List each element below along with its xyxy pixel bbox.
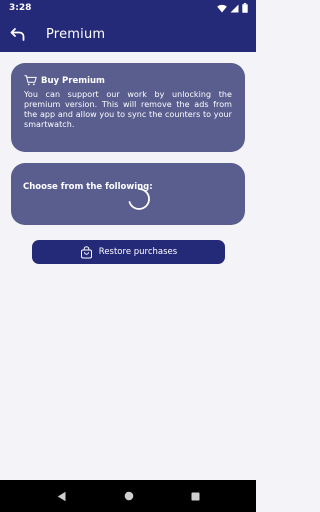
back-button[interactable] (0, 16, 36, 52)
buy-premium-description: You can support our work by unlocking th… (24, 90, 232, 129)
page-title: Premium (46, 26, 106, 42)
battery-icon (242, 3, 248, 13)
buy-premium-title: Buy Premium (41, 75, 105, 86)
nav-recents-icon[interactable] (191, 492, 200, 501)
nav-home-icon[interactable] (124, 491, 134, 501)
shopping-bag-icon (80, 245, 92, 258)
restore-purchases-button[interactable]: Restore purchases (32, 240, 225, 264)
buy-premium-header: Buy Premium (24, 75, 232, 86)
cart-icon (24, 75, 37, 86)
arrow-back-icon (10, 28, 25, 41)
status-icons (217, 3, 248, 13)
loading-spinner-icon (128, 188, 150, 210)
nav-back-icon[interactable] (57, 491, 67, 502)
signal-icon (230, 4, 239, 12)
buy-premium-card: Buy Premium You can support our work by … (11, 63, 245, 152)
status-time: 3:28 (9, 3, 32, 13)
system-nav-bar (0, 480, 256, 512)
restore-purchases-label: Restore purchases (98, 247, 178, 257)
purchase-options-card: Choose from the following: (11, 163, 245, 225)
app-bar: Premium (0, 16, 256, 52)
wifi-icon (217, 4, 227, 12)
status-bar: 3:28 (0, 0, 256, 16)
